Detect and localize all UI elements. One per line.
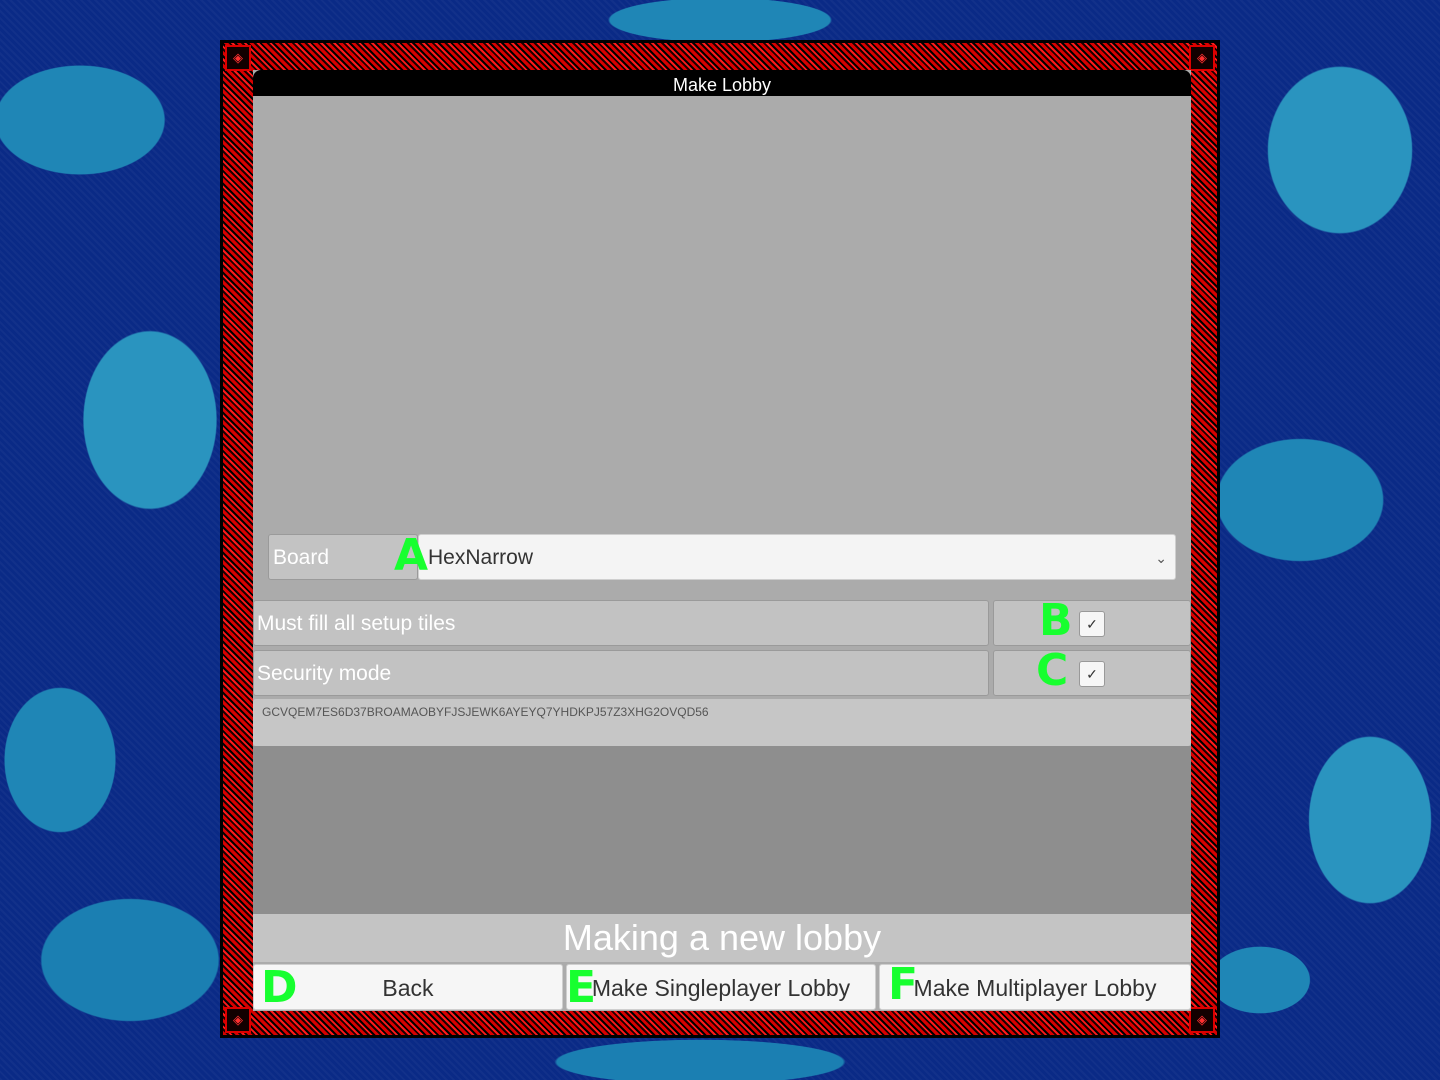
- corner-ornament-icon: ◈: [1189, 45, 1215, 71]
- annotation-marker-d: D: [261, 962, 298, 1013]
- chevron-down-icon: ⌄: [1155, 550, 1167, 566]
- status-text: Making a new lobby: [253, 914, 1191, 962]
- corner-ornament-icon: ◈: [225, 45, 251, 71]
- security-mode-checkbox[interactable]: ✓: [1079, 661, 1105, 687]
- annotation-marker-c: C: [1036, 645, 1069, 696]
- window-frame: ◈ ◈ ◈ ◈ Make Lobby Board HexNarrow ⌄ Mus…: [220, 40, 1220, 1038]
- make-multiplayer-lobby-button[interactable]: Make Multiplayer Lobby: [879, 964, 1191, 1010]
- must-fill-checkbox[interactable]: ✓: [1079, 611, 1105, 637]
- option-check-cell: ✓: [993, 600, 1191, 646]
- window-title: Make Lobby: [253, 70, 1191, 96]
- board-dropdown[interactable]: HexNarrow ⌄: [418, 534, 1176, 580]
- corner-ornament-icon: ◈: [1189, 1007, 1215, 1033]
- back-button[interactable]: Back: [253, 964, 563, 1010]
- log-area: [253, 746, 1191, 914]
- option-check-cell: ✓: [993, 650, 1191, 696]
- annotation-marker-e: E: [566, 962, 597, 1013]
- board-selected-value: HexNarrow: [428, 546, 534, 569]
- option-label: Must fill all setup tiles: [253, 600, 989, 646]
- annotation-marker-b: B: [1039, 595, 1073, 646]
- lobby-key-field[interactable]: GCVQEM7ES6D37BROAMAOBYFJSJEWK6AYEYQ7YHDK…: [253, 699, 1191, 746]
- corner-ornament-icon: ◈: [225, 1007, 251, 1033]
- option-label: Security mode: [253, 650, 989, 696]
- annotation-marker-f: F: [888, 959, 919, 1010]
- annotation-marker-a: A: [394, 530, 429, 581]
- make-singleplayer-lobby-button[interactable]: Make Singleplayer Lobby: [566, 964, 876, 1010]
